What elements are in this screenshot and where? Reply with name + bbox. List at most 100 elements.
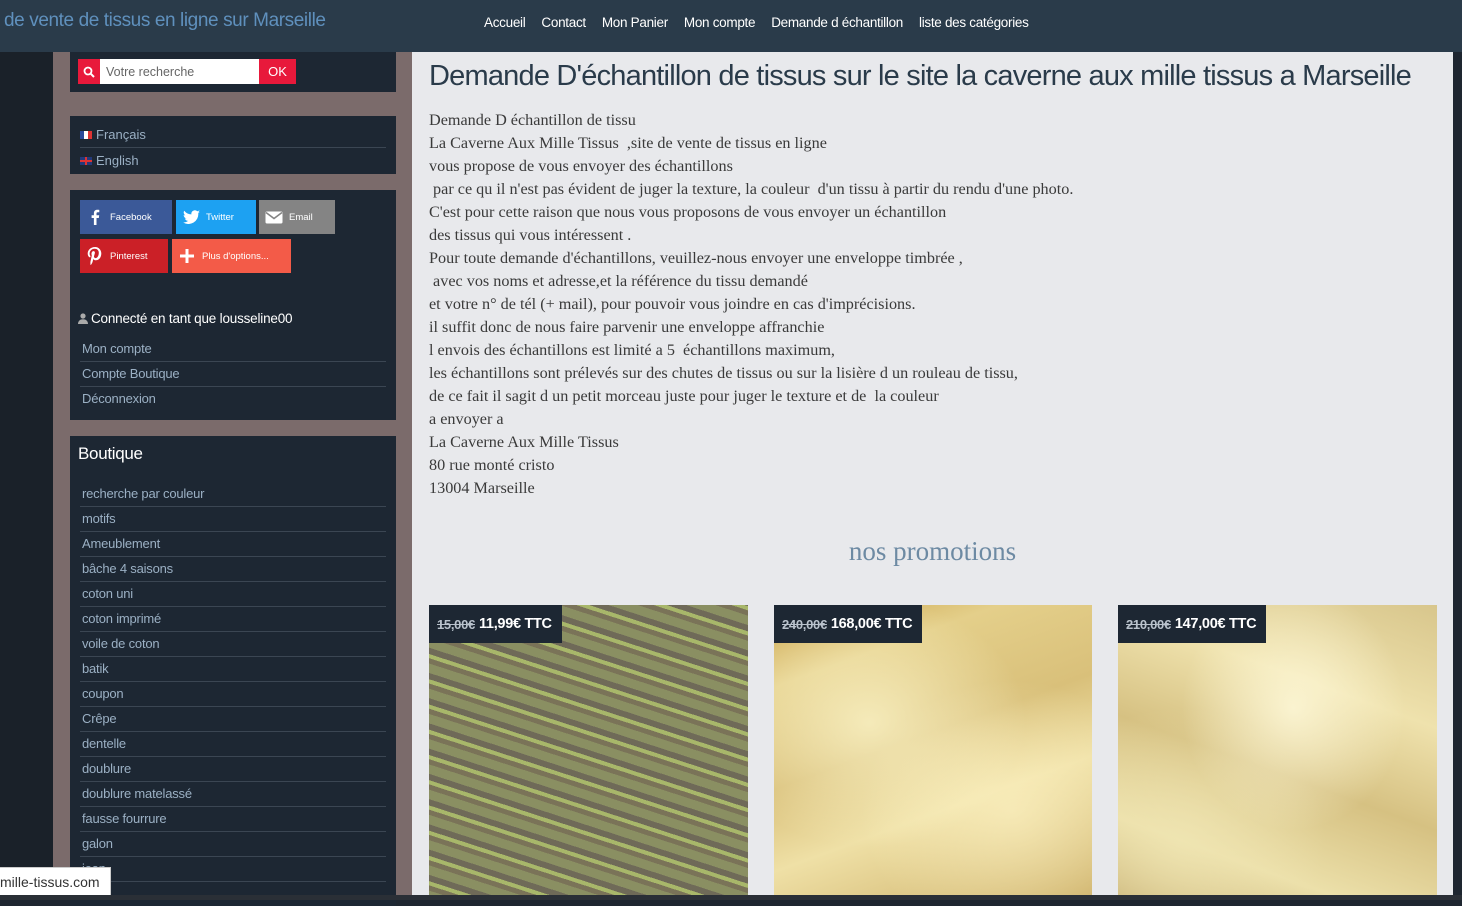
account-links: Mon compte Compte Boutique Déconnexion <box>80 337 386 411</box>
french-flag-icon <box>80 130 92 139</box>
old-price: 210,00€ <box>1126 616 1171 632</box>
search-icon[interactable] <box>78 59 100 84</box>
search-widget: OK <box>70 52 396 92</box>
left-margin <box>0 52 53 900</box>
shop-widget: Boutique recherche par couleur motifs Am… <box>70 436 396 906</box>
share-label: Email <box>289 211 313 223</box>
sidebar: OK Français English Facebook Twitter Ema… <box>53 52 412 906</box>
article-line: 80 rue monté cristo <box>429 456 555 474</box>
category-item[interactable]: recherche par couleur <box>80 482 386 507</box>
share-widget: Facebook Twitter Email Pinterest Plus d'… <box>70 190 396 300</box>
share-facebook-button[interactable]: Facebook <box>80 200 172 234</box>
product-card[interactable]: 210,00€ 147,00€ TTC <box>1118 605 1437 900</box>
language-label: English <box>96 153 139 168</box>
pinterest-icon <box>80 247 110 265</box>
category-item[interactable]: voile de coton <box>80 632 386 657</box>
current-price: 147,00€ TTC <box>1174 616 1257 632</box>
article-line: de ce fait il sagit d un petit morceau j… <box>429 387 939 405</box>
product-image[interactable] <box>1118 605 1437 900</box>
category-item[interactable]: fausse fourrure <box>80 807 386 832</box>
article-line: et votre n° de tél (+ mail), pour pouvoi… <box>429 295 916 313</box>
share-label: Facebook <box>110 211 152 223</box>
article-line: avec vos noms et adresse,et la référence… <box>429 272 808 290</box>
old-price: 240,00€ <box>782 616 827 632</box>
article-line: l envois des échantillons est limité a 5… <box>429 341 835 359</box>
bottom-edge <box>0 895 1462 900</box>
page-title: Demande D'échantillon de tissus sur le s… <box>429 60 1412 92</box>
twitter-icon <box>176 210 206 224</box>
old-price: 15,00€ <box>437 616 475 632</box>
facebook-icon <box>80 209 110 225</box>
category-item[interactable]: batik <box>80 657 386 682</box>
main-nav: Accueil Contact Mon Panier Mon compte De… <box>484 15 1045 30</box>
article-body: Demande D échantillon de tissu La Cavern… <box>429 109 1429 500</box>
nav-liste-categories[interactable]: liste des catégories <box>919 15 1029 30</box>
category-item[interactable]: Crêpe <box>80 707 386 732</box>
product-card[interactable]: 240,00€ 168,00€ TTC <box>774 605 1092 900</box>
category-item[interactable]: coton imprimé <box>80 607 386 632</box>
account-link-deconnexion[interactable]: Déconnexion <box>80 387 386 411</box>
article-line: il suffit donc de nous faire parvenir un… <box>429 318 825 336</box>
account-link-compte-boutique[interactable]: Compte Boutique <box>80 362 386 387</box>
category-list: recherche par couleur motifs Ameublement… <box>80 482 386 882</box>
share-label: Twitter <box>206 211 234 223</box>
category-item[interactable]: bâche 4 saisons <box>80 557 386 582</box>
account-link-mon-compte[interactable]: Mon compte <box>80 337 386 362</box>
price-badge: 15,00€ 11,99€ TTC <box>429 605 562 643</box>
article-line: les échantillons sont prélevés sur des c… <box>429 364 1018 382</box>
article-line: Demande D échantillon de tissu <box>429 111 636 129</box>
article-line: des tissus qui vous intéressent . <box>429 226 632 244</box>
plus-icon <box>172 249 202 263</box>
connected-user: Connecté en tant que lousseline00 <box>78 311 293 326</box>
category-item[interactable]: Ameublement <box>80 532 386 557</box>
share-pinterest-button[interactable]: Pinterest <box>80 239 168 273</box>
top-bar: de vente de tissus en ligne sur Marseill… <box>0 0 1462 53</box>
nav-accueil[interactable]: Accueil <box>484 15 526 30</box>
product-image[interactable] <box>429 605 748 900</box>
nav-contact[interactable]: Contact <box>541 15 586 30</box>
category-item[interactable]: doublure matelassé <box>80 782 386 807</box>
email-icon <box>259 211 289 224</box>
product-image[interactable] <box>774 605 1092 900</box>
category-item[interactable]: motifs <box>80 507 386 532</box>
article-line: par ce qu il n'est pas évident de juger … <box>429 180 1074 198</box>
share-more-options-button[interactable]: Plus d'options... <box>172 239 291 273</box>
user-icon <box>78 313 88 324</box>
article-line: 13004 Marseille <box>429 479 535 497</box>
connected-label: Connecté en tant que lousseline00 <box>91 311 293 326</box>
article-line: C'est pour cette raison que nous vous pr… <box>429 203 947 221</box>
status-bar-url: mille-tissus.com <box>0 867 111 897</box>
language-label: Français <box>96 127 146 142</box>
share-label: Pinterest <box>110 250 148 262</box>
shop-title: Boutique <box>78 444 143 463</box>
article-line: La Caverne Aux Mille Tissus ,site de ven… <box>429 134 827 152</box>
category-item[interactable]: coupon <box>80 682 386 707</box>
search-input[interactable] <box>100 59 259 84</box>
current-price: 11,99€ TTC <box>478 616 552 632</box>
search-ok-button[interactable]: OK <box>259 59 296 84</box>
language-french[interactable]: Français <box>80 122 386 147</box>
nav-mon-compte[interactable]: Mon compte <box>684 15 756 30</box>
share-email-button[interactable]: Email <box>259 200 335 234</box>
category-item[interactable]: doublure <box>80 757 386 782</box>
language-english[interactable]: English <box>80 147 386 173</box>
product-card[interactable]: 15,00€ 11,99€ TTC <box>429 605 748 900</box>
site-title[interactable]: de vente de tissus en ligne sur Marseill… <box>4 10 326 32</box>
nav-mon-panier[interactable]: Mon Panier <box>602 15 668 30</box>
right-margin <box>1453 52 1462 900</box>
share-twitter-button[interactable]: Twitter <box>176 200 256 234</box>
article-line: vous propose de vous envoyer des échanti… <box>429 157 733 175</box>
language-widget: Français English <box>70 116 396 174</box>
price-badge: 210,00€ 147,00€ TTC <box>1118 605 1267 643</box>
nav-demande-echantillon[interactable]: Demande d échantillon <box>771 15 903 30</box>
article-line: La Caverne Aux Mille Tissus <box>429 433 619 451</box>
price-badge: 240,00€ 168,00€ TTC <box>774 605 923 643</box>
category-item[interactable]: coton uni <box>80 582 386 607</box>
category-item[interactable]: dentelle <box>80 732 386 757</box>
article-line: a envoyer a <box>429 410 504 428</box>
category-item[interactable]: jean <box>80 857 386 882</box>
main-content: Demande D'échantillon de tissus sur le s… <box>412 52 1453 900</box>
article-line: Pour toute demande d'échantillons, veuil… <box>429 249 963 267</box>
category-item[interactable]: galon <box>80 832 386 857</box>
current-price: 168,00€ TTC <box>830 616 913 632</box>
